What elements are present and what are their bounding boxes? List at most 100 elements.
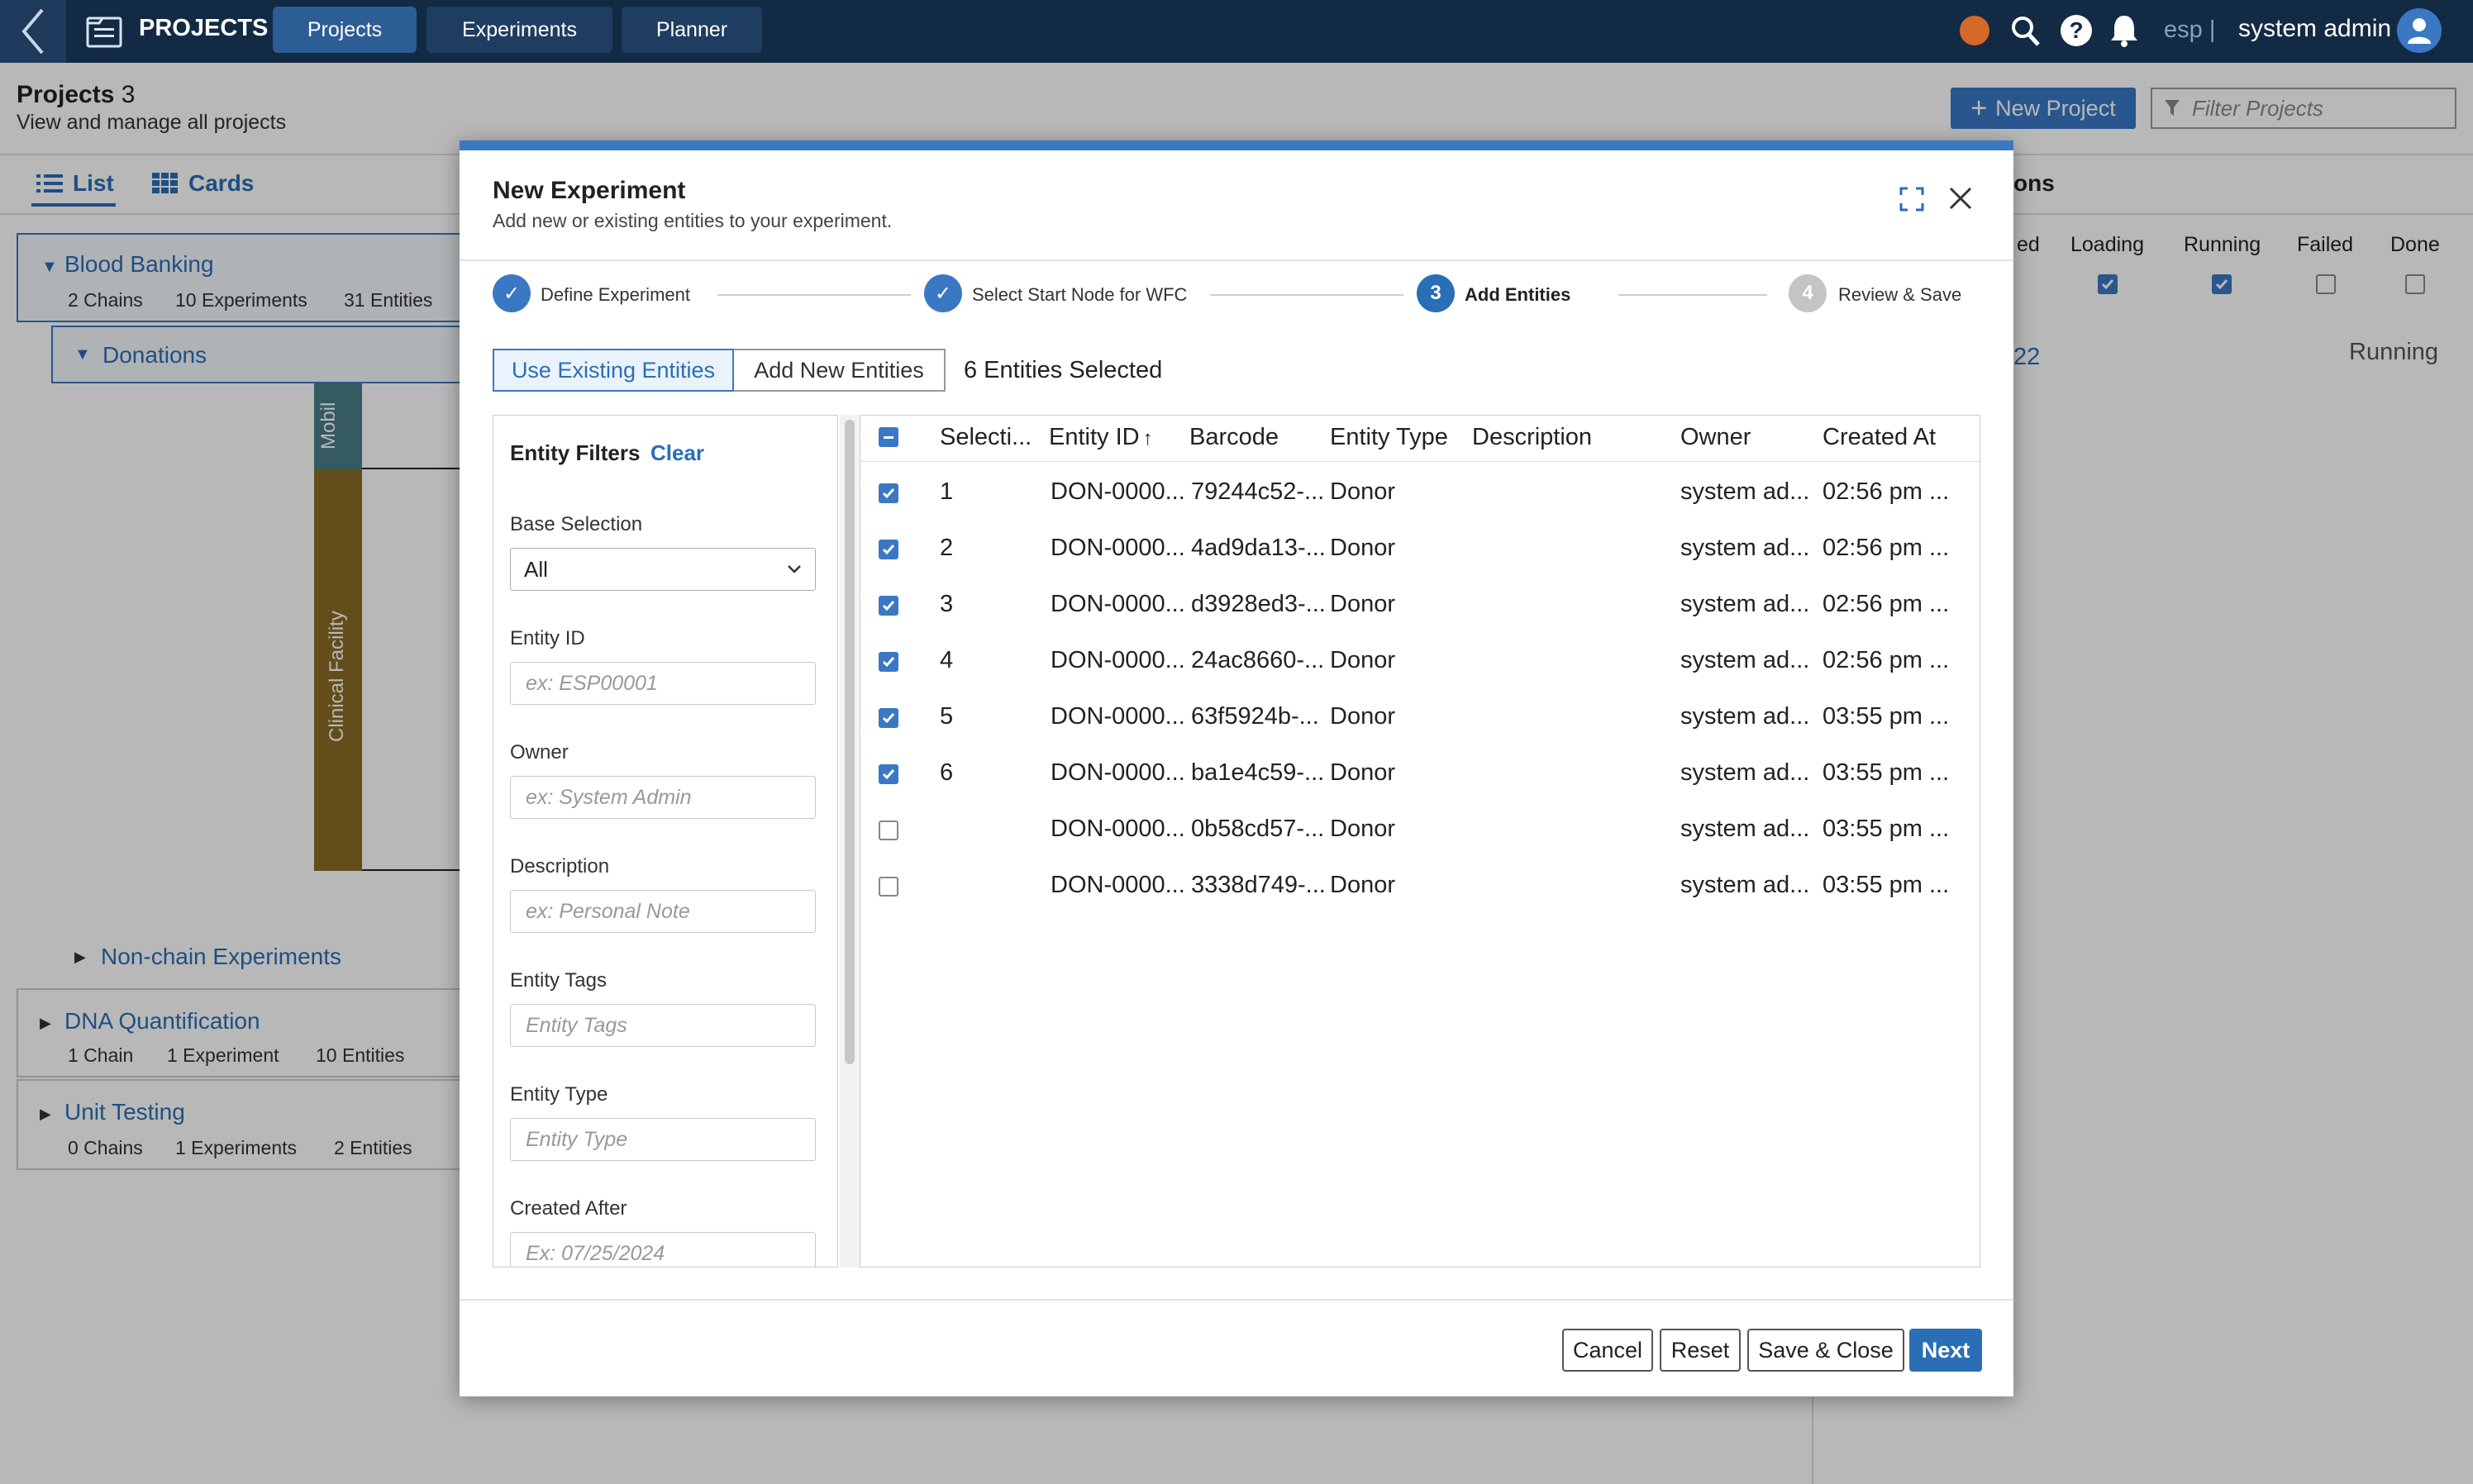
cell-owner: system ad... (1680, 647, 1810, 673)
expand-icon[interactable] (1899, 187, 1924, 216)
col-header-owner[interactable]: Owner (1680, 424, 1751, 451)
bell-icon[interactable] (2109, 13, 2139, 52)
table-row[interactable]: 1 DON-0000... 79244c52-... Donor system ad..… (860, 465, 1980, 521)
row-checkbox[interactable] (879, 764, 898, 784)
nav-planner[interactable]: Planner (622, 7, 762, 53)
reset-button[interactable]: Reset (1660, 1329, 1741, 1372)
col-header-description[interactable]: Description (1472, 424, 1592, 451)
cell-entity-id[interactable]: DON-0000... (1051, 478, 1185, 506)
entity-tags-input[interactable]: Entity Tags (510, 1004, 816, 1047)
cell-barcode: ba1e4c59-... (1191, 759, 1325, 786)
table-row[interactable]: 3 DON-0000... d3928ed3-... Donor system ad..… (860, 578, 1980, 634)
row-checkbox[interactable] (879, 652, 898, 672)
owner-input[interactable]: ex: System Admin (510, 776, 816, 819)
top-navigation-bar: PROJECTS Projects Experiments Planner ? … (0, 0, 2473, 63)
base-selection-value: All (524, 556, 548, 582)
back-button[interactable] (0, 0, 66, 63)
nav-experiments[interactable]: Experiments (426, 7, 612, 53)
scrollbar-thumb[interactable] (845, 420, 855, 1064)
sort-ascending-icon: ↑ (1142, 427, 1153, 449)
save-close-button[interactable]: Save & Close (1747, 1329, 1904, 1372)
cell-barcode: 63f5924b-... (1191, 703, 1319, 730)
created-after-label: Created After (510, 1197, 627, 1220)
cell-barcode: 4ad9da13-... (1191, 535, 1326, 561)
cancel-button[interactable]: Cancel (1562, 1329, 1653, 1372)
user-name[interactable]: system admin (2238, 15, 2391, 43)
cell-entity-id[interactable]: DON-0000... (1051, 816, 1185, 843)
cell-owner: system ad... (1680, 478, 1810, 505)
col-header-created-at[interactable]: Created At (1823, 424, 1936, 451)
table-row[interactable]: 4 DON-0000... 24ac8660-... Donor system ad..… (860, 634, 1980, 690)
cell-created-at: 03:55 pm ... (1823, 872, 1950, 898)
col-header-barcode[interactable]: Barcode (1189, 424, 1279, 451)
cell-owner: system ad... (1680, 872, 1810, 898)
step-4-number: 4 (1789, 274, 1827, 312)
cell-entity-id[interactable]: DON-0000... (1051, 759, 1185, 787)
step-4-label[interactable]: Review & Save (1838, 284, 1961, 306)
cell-barcode: 0b58cd57-... (1191, 816, 1325, 842)
chevron-left-icon (21, 8, 44, 55)
step-2-label[interactable]: Select Start Node for WFC (972, 284, 1187, 306)
col-header-selection[interactable]: Selecti... (940, 424, 1032, 451)
cell-entity-id[interactable]: DON-0000... (1051, 647, 1185, 674)
use-existing-entities-tab[interactable]: Use Existing Entities (493, 349, 734, 392)
cell-selection: 4 (940, 647, 954, 673)
cell-entity-type: Donor (1330, 703, 1395, 730)
row-checkbox[interactable] (879, 483, 898, 503)
col-header-entity-type[interactable]: Entity Type (1330, 424, 1448, 451)
add-new-entities-tab[interactable]: Add New Entities (734, 349, 946, 392)
row-checkbox[interactable] (879, 877, 898, 897)
step-connector (1210, 294, 1403, 296)
cell-barcode: 24ac8660-... (1191, 647, 1325, 673)
row-checkbox[interactable] (879, 708, 898, 728)
description-input[interactable]: ex: Personal Note (510, 890, 816, 933)
check-icon (882, 488, 895, 499)
cell-selection: 6 (940, 759, 954, 786)
cell-entity-type: Donor (1330, 647, 1395, 673)
app-title: PROJECTS (139, 15, 269, 41)
created-after-input[interactable]: Ex: 07/25/2024 (510, 1232, 816, 1267)
avatar[interactable] (2397, 8, 2442, 53)
step-connector (717, 294, 911, 296)
language-switch[interactable]: esp | (2164, 17, 2215, 44)
cell-entity-type: Donor (1330, 591, 1395, 617)
next-button[interactable]: Next (1909, 1329, 1982, 1372)
help-icon[interactable]: ? (2061, 15, 2092, 46)
entity-type-input[interactable]: Entity Type (510, 1118, 816, 1161)
cell-entity-id[interactable]: DON-0000... (1051, 535, 1185, 562)
step-1-label[interactable]: Define Experiment (541, 284, 690, 306)
entity-tags-label: Entity Tags (510, 969, 607, 992)
modal-subtitle: Add new or existing entities to your exp… (493, 210, 893, 231)
check-icon (882, 769, 895, 780)
cell-selection: 5 (940, 703, 954, 730)
modal-title: New Experiment (493, 177, 686, 204)
nav-projects[interactable]: Projects (273, 7, 417, 53)
cell-created-at: 02:56 pm ... (1823, 591, 1950, 617)
base-selection-select[interactable]: All (510, 548, 816, 591)
row-checkbox[interactable] (879, 596, 898, 616)
cell-owner: system ad... (1680, 535, 1810, 561)
step-3-label[interactable]: Add Entities (1465, 284, 1570, 306)
cell-entity-id[interactable]: DON-0000... (1051, 872, 1185, 899)
entity-id-input[interactable]: ex: ESP00001 (510, 662, 816, 705)
filters-clear-link[interactable]: Clear (650, 440, 704, 466)
cell-entity-id[interactable]: DON-0000... (1051, 591, 1185, 618)
table-row[interactable]: DON-0000... 3338d749-... Donor system ad...… (860, 859, 1980, 915)
table-row[interactable]: DON-0000... 0b58cd57-... Donor system ad...… (860, 802, 1980, 859)
table-row[interactable]: 5 DON-0000... 63f5924b-... Donor system ad..… (860, 690, 1980, 746)
search-icon[interactable] (2010, 15, 2042, 52)
table-row[interactable]: 6 DON-0000... ba1e4c59-... Donor system ad..… (860, 746, 1980, 802)
cell-barcode: d3928ed3-... (1191, 591, 1326, 617)
select-all-checkbox[interactable] (879, 427, 898, 447)
close-icon[interactable] (1947, 185, 1974, 216)
table-row[interactable]: 2 DON-0000... 4ad9da13-... Donor system ad..… (860, 521, 1980, 578)
chevron-down-icon (788, 565, 801, 573)
cell-entity-id[interactable]: DON-0000... (1051, 703, 1185, 730)
row-checkbox[interactable] (879, 540, 898, 559)
row-checkbox[interactable] (879, 820, 898, 840)
filters-scrollbar[interactable] (840, 415, 860, 1268)
col-header-entity-id[interactable]: Entity ID ↑ (1049, 424, 1153, 451)
status-dot-icon[interactable] (1960, 16, 1989, 45)
entities-table: Selecti... Entity ID ↑ Barcode Entity Typ… (860, 415, 1981, 1268)
entity-type-label: Entity Type (510, 1083, 608, 1106)
